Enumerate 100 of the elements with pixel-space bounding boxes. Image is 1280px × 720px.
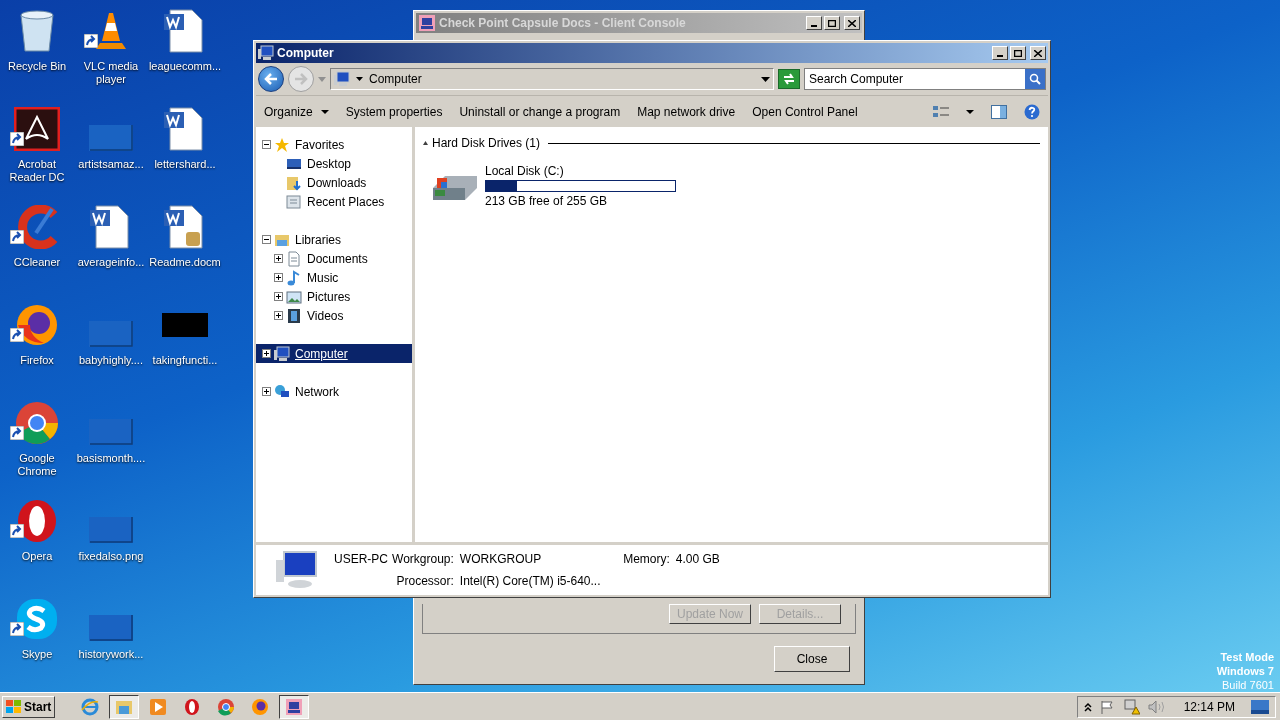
nav-item[interactable]: Videos <box>256 306 412 325</box>
expand-icon[interactable] <box>262 387 271 396</box>
close-dialog-button[interactable]: Close <box>774 646 850 672</box>
desktop-shortcut[interactable]: averageinfo... <box>74 200 148 298</box>
command-button[interactable]: Uninstall or change a program <box>459 102 621 121</box>
nav-label: Downloads <box>307 174 367 192</box>
dropdown-caret-icon[interactable] <box>966 109 974 114</box>
close-button[interactable] <box>844 16 860 30</box>
help-icon[interactable] <box>1024 103 1040 120</box>
nav-item[interactable]: Recent Places <box>256 192 412 211</box>
search-input[interactable]: Search Computer <box>805 70 1025 88</box>
desktop-shortcut[interactable]: Acrobat Reader DC <box>0 102 74 200</box>
thumbnail-icon <box>162 313 208 337</box>
group-header: Hard Disk Drives (1) <box>432 135 540 152</box>
command-button[interactable]: Organize <box>264 102 329 121</box>
nav-label: Documents <box>307 250 368 268</box>
close-button[interactable] <box>1030 46 1046 60</box>
desktop-shortcut[interactable]: babyhighly.... <box>74 298 148 396</box>
desktop-icon-label: Skype <box>20 648 54 661</box>
nav-item[interactable]: Network <box>256 382 412 401</box>
taskbar-button[interactable] <box>109 694 140 719</box>
opera-o-icon <box>183 697 202 716</box>
desktop-shortcut[interactable]: Recycle Bin <box>0 4 74 102</box>
close-icon <box>848 19 856 27</box>
preview-pane-icon[interactable] <box>991 104 1007 119</box>
desktop-shortcut[interactable]: Google Chrome <box>0 396 74 494</box>
search-button[interactable] <box>1025 69 1045 89</box>
show-hidden-icons-icon[interactable] <box>1083 701 1092 712</box>
nav-item[interactable]: Downloads <box>256 173 412 192</box>
nav-item[interactable]: Favorites <box>256 135 412 154</box>
desktop-shortcut[interactable]: basismonth.... <box>74 396 148 494</box>
speaker-icon[interactable] <box>1147 699 1166 714</box>
minimize-button[interactable] <box>992 46 1008 60</box>
desktop-shortcut[interactable]: leaguecomm... <box>148 4 222 102</box>
start-button[interactable]: Start <box>2 695 56 718</box>
desktop-shortcut[interactable]: Readme.docm <box>148 200 222 298</box>
nav-item[interactable]: Desktop <box>256 154 412 173</box>
nav-item[interactable]: Libraries <box>256 230 412 249</box>
maximize-icon <box>1014 49 1022 57</box>
nav-item[interactable]: Music <box>256 268 412 287</box>
shortcut-arrow-icon <box>10 622 24 636</box>
dropdown-caret-icon <box>320 109 329 114</box>
document-icon <box>286 250 302 267</box>
expand-icon[interactable] <box>274 273 283 282</box>
maximize-button[interactable] <box>824 16 840 30</box>
console-window-icon <box>285 697 304 716</box>
view-options-icon[interactable] <box>933 104 949 119</box>
computer-icon <box>334 71 350 87</box>
desktop-icon-label: babyhighly.... <box>78 354 144 367</box>
collapse-group-icon[interactable] <box>423 141 428 145</box>
desktop-icon-label: Opera <box>20 550 54 563</box>
computer-icon <box>274 345 290 362</box>
expand-icon[interactable] <box>274 292 283 301</box>
desktop-shortcut[interactable]: CCleaner <box>0 200 74 298</box>
desktop-shortcut[interactable]: artistsamaz... <box>74 102 148 200</box>
desktop-shortcut[interactable]: historywork... <box>74 592 148 690</box>
nav-label: Videos <box>307 307 344 325</box>
nav-label: Pictures <box>307 288 351 306</box>
command-button[interactable]: Open Control Panel <box>752 102 858 121</box>
desktop-shortcut[interactable]: Opera <box>0 494 74 592</box>
detail-label: Processor: <box>395 573 454 590</box>
desktop-shortcut[interactable]: takingfuncti... <box>148 298 222 396</box>
expand-icon[interactable] <box>274 311 283 320</box>
desktop-shortcut[interactable]: Skype <box>0 592 74 690</box>
nav-item[interactable]: Documents <box>256 249 412 268</box>
nav-item[interactable]: Pictures <box>256 287 412 306</box>
clock[interactable]: 12:14 PM <box>1183 697 1235 716</box>
desktop-icon-label: Recycle Bin <box>6 60 68 73</box>
network-warning-icon[interactable] <box>1123 698 1140 715</box>
system-notice-text: Build 7601 <box>1222 678 1274 692</box>
desktop-shortcut[interactable]: Firefox <box>0 298 74 396</box>
pdf-app-icon <box>14 107 60 151</box>
nav-label: Desktop <box>307 155 352 173</box>
expand-icon[interactable] <box>262 349 271 358</box>
desktop-icon-label: artistsamaz... <box>77 158 145 171</box>
nav-label: Computer <box>295 345 348 363</box>
minimize-button[interactable] <box>806 16 822 30</box>
maximize-button[interactable] <box>1010 46 1026 60</box>
desktop-shortcut[interactable]: VLC media player <box>74 4 148 102</box>
taskbar-button[interactable] <box>279 694 310 719</box>
show-desktop-icon[interactable] <box>1251 699 1269 714</box>
drive-item[interactable]: Local Disk (C:) 213 GB free of 255 GB <box>431 162 683 210</box>
nav-item[interactable]: Computer <box>256 344 412 363</box>
address-bar[interactable]: Computer <box>330 68 774 90</box>
flag-icon[interactable] <box>1099 699 1116 714</box>
star-icon <box>274 136 290 153</box>
back-button[interactable] <box>258 66 284 92</box>
address-text: Computer <box>369 71 423 88</box>
command-button[interactable]: System properties <box>345 102 443 121</box>
search-field[interactable]: Search Computer <box>804 68 1046 90</box>
command-button[interactable]: Map network drive <box>637 102 736 121</box>
collapse-icon[interactable] <box>262 235 271 244</box>
expand-icon[interactable] <box>274 254 283 263</box>
desktop-shortcut[interactable]: lettershard... <box>148 102 222 200</box>
refresh-button[interactable] <box>778 69 800 89</box>
shortcut-arrow-icon <box>10 524 24 538</box>
desktop-shortcut[interactable]: fixedalso.png <box>74 494 148 592</box>
collapse-icon[interactable] <box>262 140 271 149</box>
shortcut-arrow-icon <box>10 328 24 342</box>
nav-label: Network <box>295 383 339 401</box>
